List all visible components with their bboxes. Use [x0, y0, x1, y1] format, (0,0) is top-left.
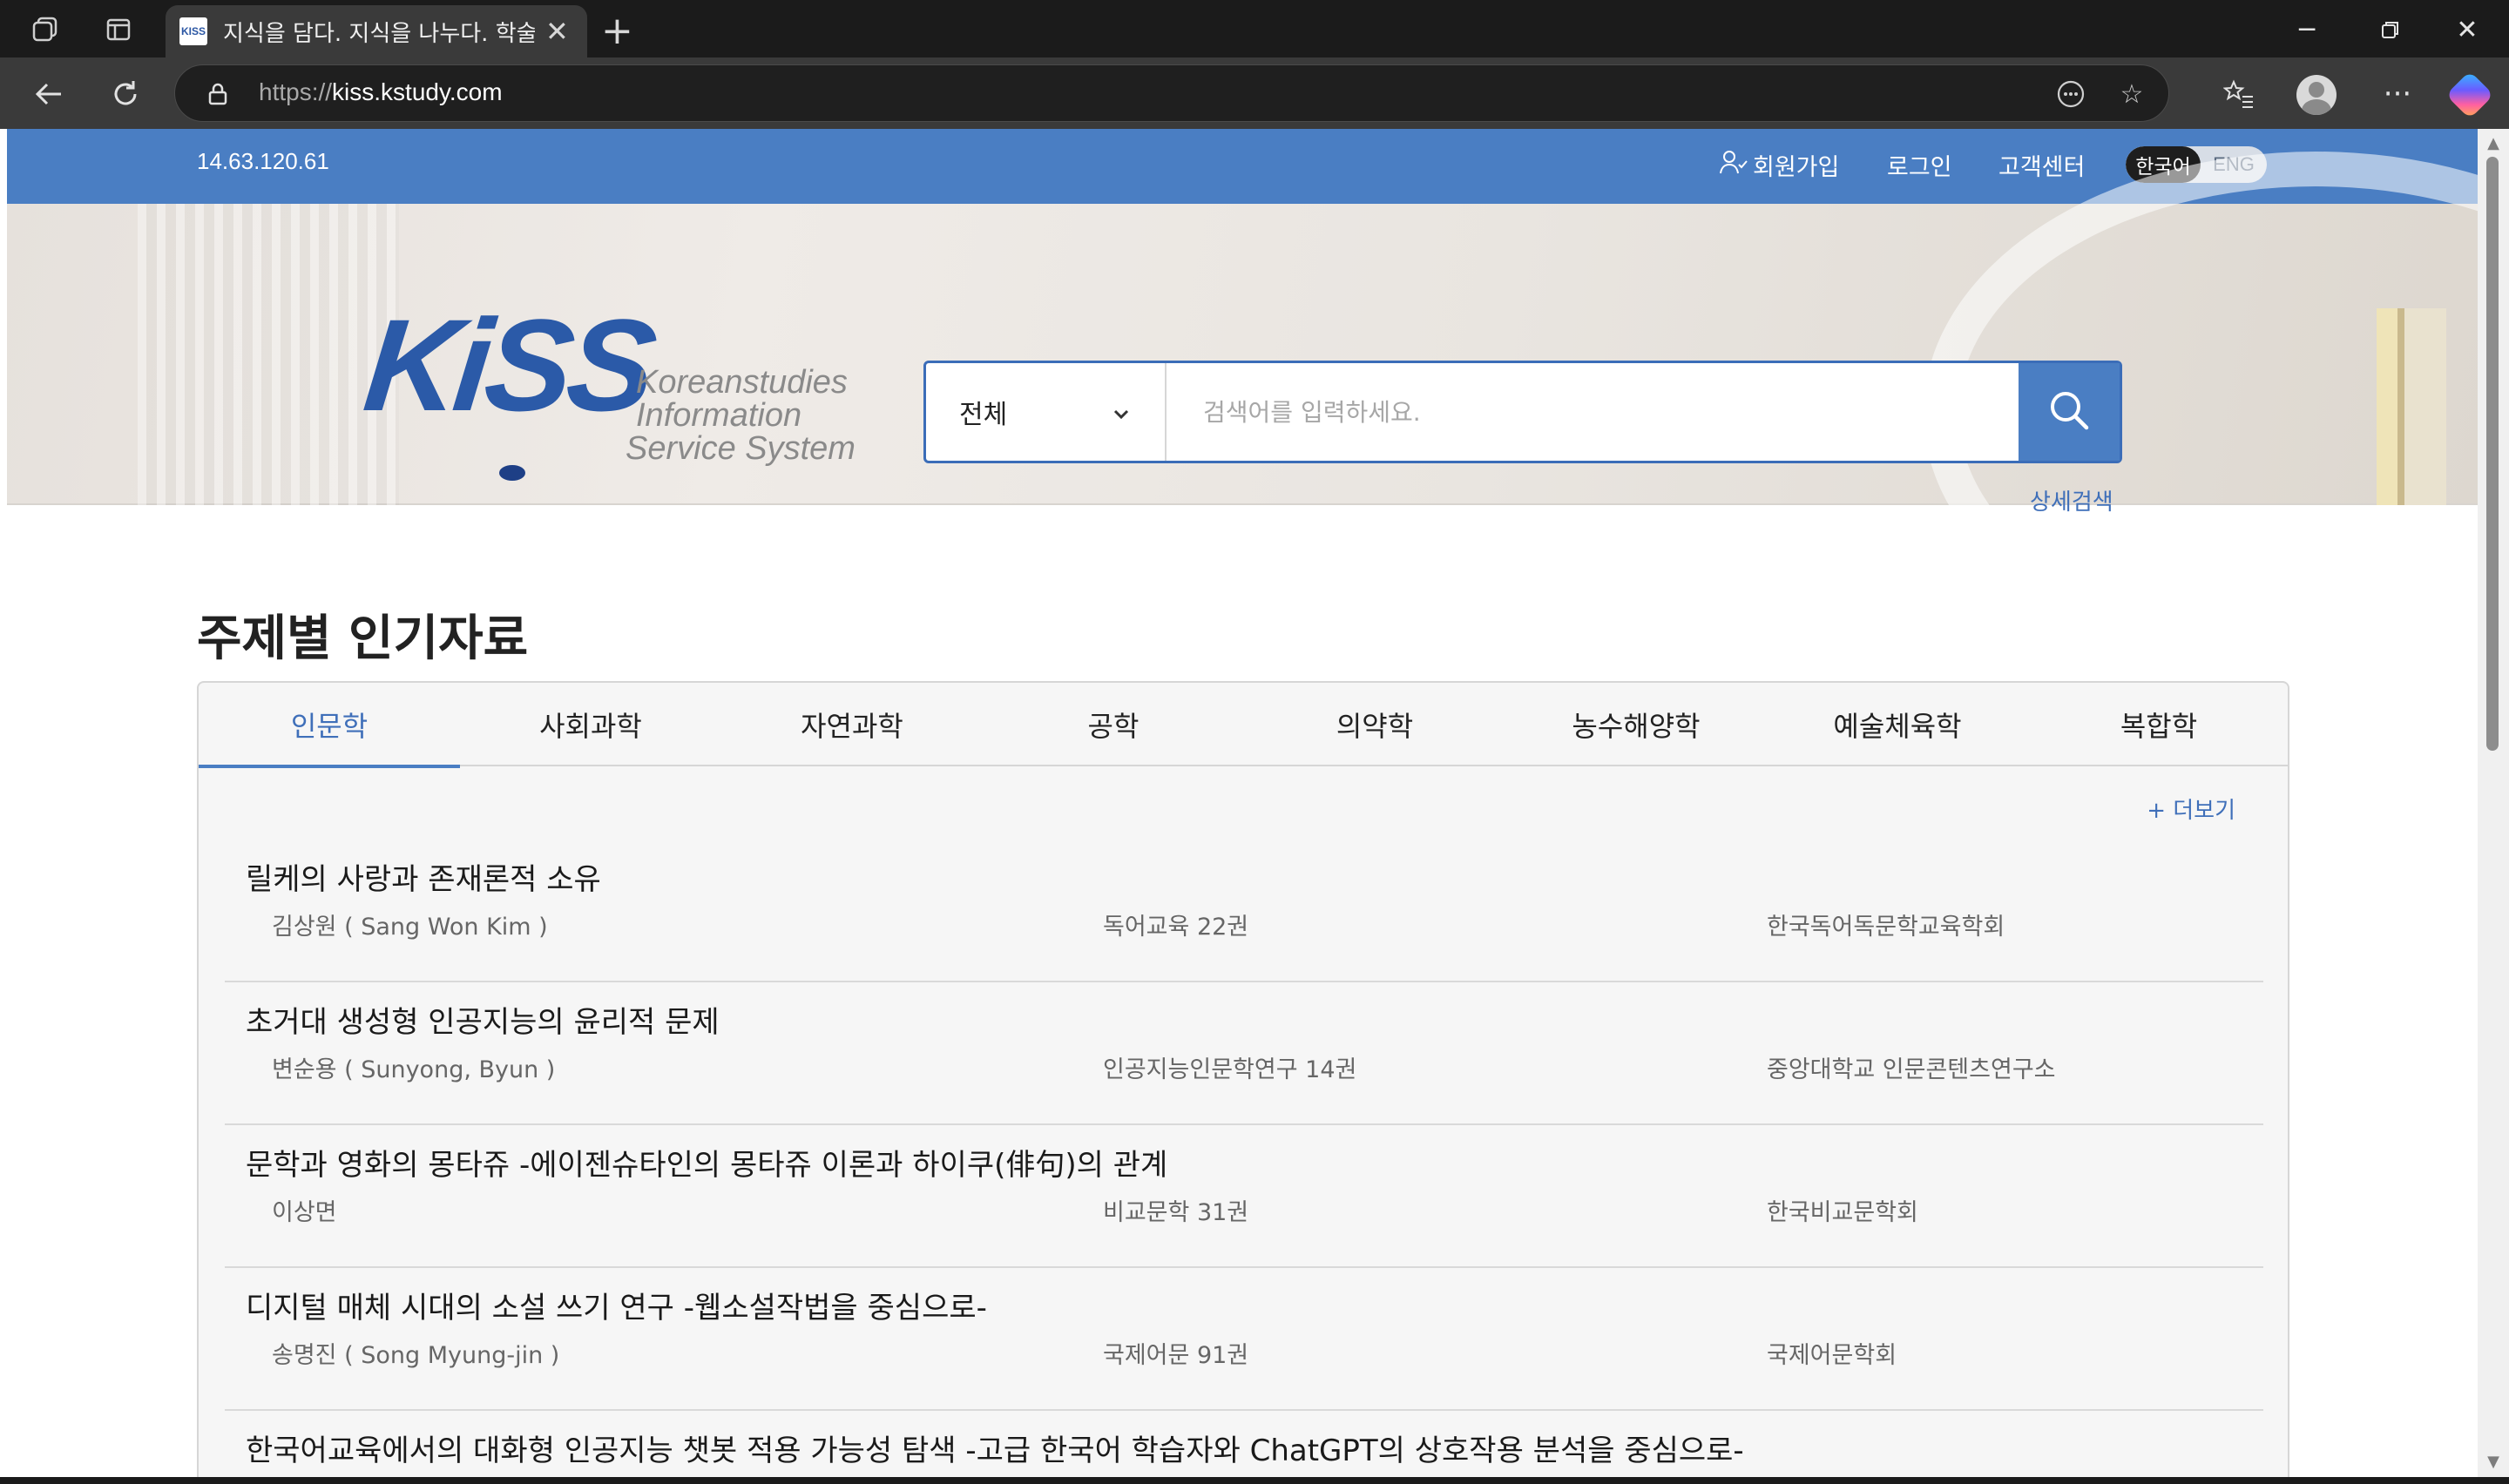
- subject-tabs: 인문학 사회과학 자연과학 공학 의약학 농수해양학 예술체육학 복합학: [199, 683, 2288, 768]
- item-journal: 비교문학 31권: [1103, 1199, 1249, 1226]
- tab-medicine[interactable]: 의약학: [1244, 683, 1505, 766]
- browser-toolbar: https://kiss.kstudy.com ☆ ···: [0, 57, 2509, 129]
- tab-title: 지식을 담다. 지식을 나누다. 학술: [223, 20, 535, 47]
- settings-more-icon[interactable]: ···: [2377, 73, 2418, 115]
- tab-engineering[interactable]: 공학: [983, 683, 1244, 766]
- advanced-search-link[interactable]: 상세검색: [2030, 484, 2113, 516]
- item-title[interactable]: 디지털 매체 시대의 소설 쓰기 연구 -웹소설작법을 중심으로-: [246, 1284, 987, 1326]
- minimize-icon[interactable]: ─: [2265, 9, 2349, 51]
- tab-close-icon[interactable]: ✕: [545, 15, 569, 48]
- list-item: 디지털 매체 시대의 소설 쓰기 연구 -웹소설작법을 중심으로- 송명진 ( …: [225, 1268, 2263, 1411]
- new-tab-icon[interactable]: +: [601, 9, 633, 53]
- tab-actions-icon[interactable]: [99, 10, 138, 49]
- item-journal: 국제어문 91권: [1103, 1342, 1249, 1369]
- tab-humanities[interactable]: 인문학: [199, 683, 460, 768]
- scroll-thumb[interactable]: [2486, 157, 2499, 751]
- browser-tab-active[interactable]: KISS 지식을 담다. 지식을 나누다. 학술 ✕: [166, 5, 587, 57]
- scroll-down-icon[interactable]: ▼: [2483, 1453, 2504, 1471]
- item-publisher: 국제어문학회: [1767, 1342, 1897, 1369]
- kiss-logo-dot: [499, 465, 525, 481]
- item-title[interactable]: 문학과 영화의 몽타쥬 -에이젠슈타인의 몽타쥬 이론과 하이쿠(俳句)의 관계: [246, 1141, 1167, 1184]
- copilot-icon[interactable]: [2445, 71, 2494, 119]
- item-journal: 독어교육 22권: [1103, 914, 1249, 941]
- scroll-up-icon[interactable]: ▲: [2483, 134, 2504, 152]
- item-publisher: 중앙대학교 인문콘텐츠연구소: [1767, 1056, 2056, 1083]
- item-author: 송명진 ( Song Myung-jin ): [272, 1342, 560, 1369]
- page-viewport: 14.63.120.61 회원가입 로그인 고객센터 한국어 ENG KiSS …: [7, 129, 2478, 1477]
- favorite-star-icon[interactable]: ☆: [2116, 78, 2147, 110]
- item-author: 변순용 ( Sunyong, Byun ): [272, 1056, 556, 1083]
- kiss-logo-subtitle: Koreanstudies Information Service System: [626, 364, 855, 467]
- lock-icon[interactable]: [205, 81, 231, 107]
- item-title[interactable]: 릴케의 사랑과 존재론적 소유: [246, 855, 601, 898]
- page-scrollbar[interactable]: ▲ ▼: [2478, 129, 2509, 1484]
- section-title: 주제별 인기자료: [197, 610, 529, 667]
- tab-interdisciplinary[interactable]: 복합학: [2028, 683, 2288, 766]
- more-link[interactable]: + 더보기: [2147, 793, 2235, 825]
- kiss-logo[interactable]: KiSS: [358, 292, 658, 438]
- tab-natural-science[interactable]: 자연과학: [721, 683, 983, 766]
- login-link[interactable]: 로그인: [1887, 148, 1952, 182]
- list-item: 문학과 영화의 몽타쥬 -에이젠슈타인의 몽타쥬 이론과 하이쿠(俳句)의 관계…: [225, 1125, 2263, 1268]
- list-item: 초거대 생성형 인공지능의 윤리적 문제 변순용 ( Sunyong, Byun…: [225, 982, 2263, 1125]
- item-journal: 인공지능인문학연구 14권: [1103, 1056, 1357, 1083]
- browser-frame-bottom: [0, 1477, 2509, 1484]
- search-input[interactable]: [1167, 363, 2019, 461]
- item-title[interactable]: 한국어교육에서의 대화형 인공지능 챗봇 적용 가능성 탐색 -고급 한국어 학…: [246, 1427, 1744, 1469]
- user-add-icon: [1720, 150, 1748, 180]
- tab-arts-sports[interactable]: 예술체육학: [1767, 683, 2028, 766]
- close-window-icon[interactable]: ✕: [2425, 9, 2509, 51]
- support-link[interactable]: 고객센터: [1998, 148, 2085, 182]
- address-bar[interactable]: https://kiss.kstudy.com ☆: [174, 64, 2169, 122]
- refresh-icon[interactable]: [105, 73, 146, 115]
- chevron-down-icon: [1112, 397, 1130, 428]
- tab-agriculture-fisheries[interactable]: 농수해양학: [1505, 683, 1767, 766]
- signup-link[interactable]: 회원가입: [1720, 148, 1839, 182]
- profile-avatar[interactable]: [2296, 75, 2337, 115]
- hero-banner: KiSS Koreanstudies Information Service S…: [7, 152, 2478, 674]
- list-item: 한국어교육에서의 대화형 인공지능 챗봇 적용 가능성 탐색 -고급 한국어 학…: [225, 1411, 2263, 1477]
- ip-address: 14.63.120.61: [197, 148, 329, 174]
- list-item: 릴케의 사랑과 존재론적 소유 김상원 ( Sang Won Kim ) 독어교…: [225, 840, 2263, 982]
- item-author: 김상원 ( Sang Won Kim ): [272, 914, 548, 941]
- search-button[interactable]: [2019, 363, 2120, 461]
- item-publisher: 한국독어독문학교육학회: [1767, 914, 2005, 941]
- item-author: 이상면: [272, 1199, 337, 1226]
- favorites-list-icon[interactable]: [2218, 73, 2260, 115]
- item-publisher: 한국비교문학회: [1767, 1199, 1918, 1226]
- hero-decoration-books: [2377, 308, 2446, 505]
- hero-decoration: [138, 204, 399, 505]
- url-text[interactable]: https://kiss.kstudy.com: [259, 78, 503, 106]
- search-box: 전체: [923, 361, 2122, 463]
- search-scope-select[interactable]: 전체: [926, 363, 1167, 461]
- browser-titlebar: KISS 지식을 담다. 지식을 나누다. 학술 ✕ + ─ ✕: [0, 0, 2509, 57]
- restore-icon[interactable]: [2349, 9, 2432, 51]
- search-icon: [2046, 387, 2093, 437]
- workspaces-icon[interactable]: [26, 10, 64, 49]
- popular-panel: 인문학 사회과학 자연과학 공학 의약학 농수해양학 예술체육학 복합학 + 더…: [197, 681, 2289, 1477]
- tab-social-science[interactable]: 사회과학: [460, 683, 721, 766]
- back-icon[interactable]: [28, 73, 70, 115]
- more-options-circle-icon[interactable]: [2055, 78, 2086, 110]
- popular-list: 릴케의 사랑과 존재론적 소유 김상원 ( Sang Won Kim ) 독어교…: [225, 840, 2263, 1477]
- kiss-favicon-icon: KISS: [179, 17, 207, 45]
- item-title[interactable]: 초거대 생성형 인공지능의 윤리적 문제: [246, 998, 720, 1041]
